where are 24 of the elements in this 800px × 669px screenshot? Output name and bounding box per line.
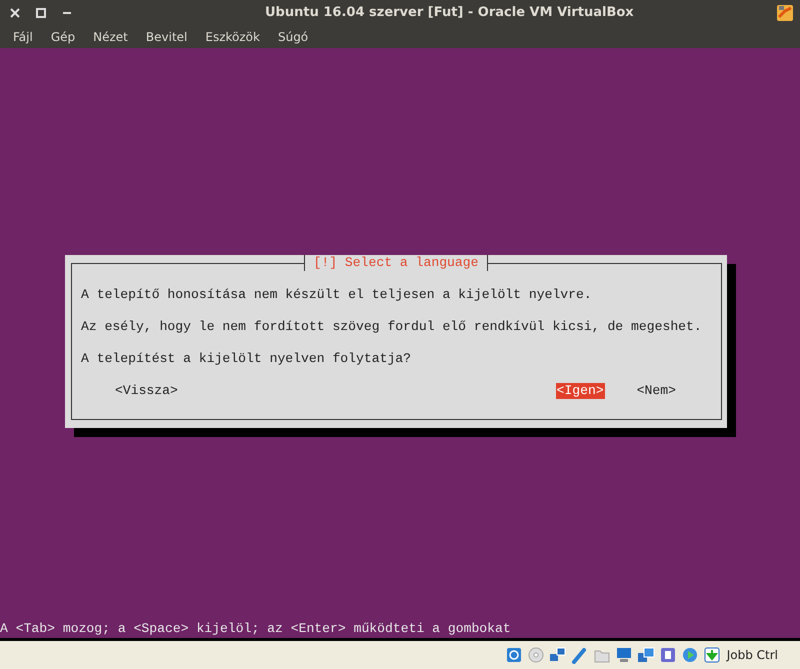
dialog-title: [!] Select a language (304, 255, 488, 271)
network-icon[interactable] (548, 646, 567, 664)
dialog-text: A telepítő honosítása nem készült el teljesen a kijelölt nyelvre. (81, 287, 593, 303)
dialog-button[interactable]: <Igen> (556, 383, 605, 399)
menu-item[interactable]: Eszközök (196, 30, 269, 44)
host-key-label: Jobb Ctrl (726, 648, 778, 662)
windows-icon[interactable] (636, 646, 655, 664)
close-icon[interactable] (10, 8, 20, 18)
dialog-text: A telepítést a kijelölt nyelven folytatja? (81, 351, 412, 367)
maximize-icon[interactable] (36, 8, 46, 18)
app-icon (776, 4, 794, 22)
chip-icon[interactable] (658, 646, 677, 664)
menu-item[interactable]: Bevitel (136, 30, 196, 44)
menu-item[interactable]: Gép (42, 30, 84, 44)
key-hint: A <Tab> mozog; a <Space> kijelöl; az <Enter> működteti a gombokat (0, 621, 512, 637)
download-icon[interactable] (702, 646, 721, 664)
dialog-text: Az esély, hogy le nem fordított szöveg fordul elő rendkívül kicsi, de megeshet. (81, 319, 703, 335)
dialog-button[interactable]: <Nem> (636, 383, 677, 399)
window-title: Ubuntu 16.04 szerver [Fut] - Oracle VM VirtualBox (264, 5, 635, 20)
dialog-button[interactable]: <Vissza> (114, 383, 179, 399)
menu-item[interactable]: Fájl (4, 30, 42, 44)
display-icon[interactable] (614, 646, 633, 664)
menu-item[interactable]: Nézet (84, 30, 137, 44)
menu-item[interactable]: Súgó (268, 30, 318, 44)
